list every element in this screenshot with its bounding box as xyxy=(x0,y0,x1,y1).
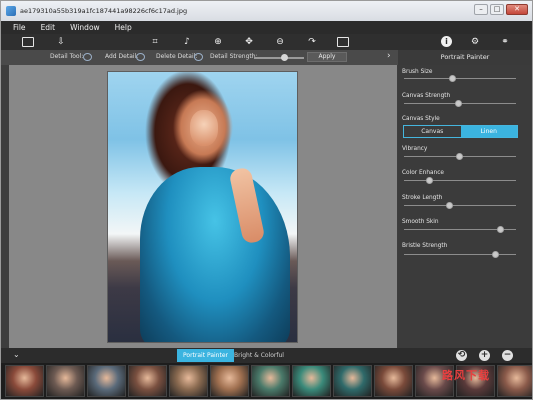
slider-knob[interactable] xyxy=(497,226,505,233)
menu-window[interactable]: Window xyxy=(70,23,100,32)
crop-icon[interactable]: ⌗ xyxy=(149,35,161,49)
open-image-icon[interactable] xyxy=(22,37,34,47)
toolbar: ⇩ ⌗ ♪ ⊕ ✥ ⊖ ↷ i ⚙ ⚭ xyxy=(1,34,532,50)
detail-tool-label: Detail Tool: xyxy=(50,53,84,60)
vibrancy-slider[interactable] xyxy=(404,153,516,160)
canvas-strength-slider[interactable] xyxy=(404,100,516,107)
brush-size-slider[interactable] xyxy=(404,75,516,82)
preset-thumbnail[interactable] xyxy=(128,365,167,397)
slider-label: Smooth Skin xyxy=(402,219,439,225)
reset-icon[interactable]: ⟲ xyxy=(456,350,467,361)
slider-label: Brush Size xyxy=(402,69,433,75)
app-window: ae179310a55b319a1fc187441a98226cf6c17ad.… xyxy=(0,0,533,400)
preset-thumbnail[interactable] xyxy=(46,365,85,397)
slider-knob[interactable] xyxy=(491,251,499,258)
canvas-style-label: Canvas Style xyxy=(402,116,440,122)
preset-thumbnail[interactable] xyxy=(210,365,249,397)
preset-thumbnail[interactable] xyxy=(333,365,372,397)
add-preset-icon[interactable]: + xyxy=(479,350,490,361)
canvas-option[interactable]: Canvas xyxy=(404,126,461,137)
slider-label: Color Enhance xyxy=(402,170,444,176)
save-icon[interactable]: ⇩ xyxy=(54,35,68,49)
bristle-strength-slider[interactable] xyxy=(404,251,516,258)
app-icon xyxy=(6,6,16,16)
photo-dress xyxy=(140,167,290,342)
menu-file[interactable]: File xyxy=(13,23,26,32)
tab-bright-colorful[interactable]: Bright & Colorful xyxy=(228,349,290,362)
smooth-skin-slider[interactable] xyxy=(404,226,516,233)
portrait-photo xyxy=(107,71,298,343)
chevron-right-icon[interactable]: › xyxy=(387,51,391,61)
preset-thumbnail[interactable] xyxy=(374,365,413,397)
maximize-button[interactable]: □ xyxy=(490,4,504,15)
slider-knob[interactable] xyxy=(455,153,463,160)
delete-detail-label: Delete Detail: xyxy=(156,53,198,60)
apply-button[interactable]: Apply xyxy=(307,52,347,62)
window-controls: – □ ✕ xyxy=(474,4,528,15)
zoom-out-icon[interactable]: ⊖ xyxy=(274,35,286,49)
menu-bar: File Edit Window Help xyxy=(1,21,532,34)
options-bar: Detail Tool: Add Detail: Delete Detail: … xyxy=(1,50,532,65)
detail-tool-icon[interactable] xyxy=(83,53,92,61)
preset-thumbnail[interactable] xyxy=(292,365,331,397)
close-button[interactable]: ✕ xyxy=(506,4,528,15)
share-icon[interactable]: ⚭ xyxy=(498,35,512,49)
canvas-style-toggle[interactable]: Canvas Linen xyxy=(403,125,518,138)
detail-strength-knob[interactable] xyxy=(281,54,288,61)
photo-face xyxy=(190,110,218,146)
linen-option[interactable]: Linen xyxy=(460,126,517,137)
detail-strength-slider[interactable] xyxy=(254,54,304,61)
detail-strength-label: Detail Strength: xyxy=(210,53,258,60)
slider-label: Bristle Strength xyxy=(402,243,448,249)
chevron-down-icon[interactable]: ⌄ xyxy=(13,350,20,359)
slider-knob[interactable] xyxy=(454,100,462,107)
slider-knob[interactable] xyxy=(425,177,433,184)
info-icon[interactable]: i xyxy=(441,36,452,47)
color-enhance-slider[interactable] xyxy=(404,177,516,184)
add-detail-icon[interactable] xyxy=(136,53,145,61)
redo-icon[interactable]: ↷ xyxy=(306,35,318,49)
pan-icon[interactable]: ✥ xyxy=(243,35,255,49)
title-bar: ae179310a55b319a1fc187441a98226cf6c17ad.… xyxy=(1,1,532,21)
preset-thumbnail[interactable] xyxy=(497,365,532,397)
preset-thumbnail[interactable] xyxy=(5,365,44,397)
zoom-in-icon[interactable]: ⊕ xyxy=(212,35,224,49)
window-title: ae179310a55b319a1fc187441a98226cf6c17ad.… xyxy=(20,7,188,15)
style-bar: ⌄ Portrait Painter Bright & Colorful ⟲ +… xyxy=(1,348,532,363)
preset-thumbnail[interactable] xyxy=(87,365,126,397)
menu-help[interactable]: Help xyxy=(115,23,132,32)
delete-detail-icon[interactable] xyxy=(194,53,203,61)
preset-thumbnail[interactable] xyxy=(169,365,208,397)
brush-icon[interactable]: ♪ xyxy=(181,35,193,49)
slider-knob[interactable] xyxy=(445,202,453,209)
slider-knob[interactable] xyxy=(449,75,457,82)
settings-icon[interactable]: ⚙ xyxy=(469,35,481,49)
add-detail-label: Add Detail: xyxy=(105,53,139,60)
tab-portrait-painter[interactable]: Portrait Painter xyxy=(177,349,234,362)
slider-label: Canvas Strength xyxy=(402,93,451,99)
slider-label: Vibrancy xyxy=(402,146,428,152)
slider-label: Stroke Length xyxy=(402,195,443,201)
fit-screen-icon[interactable] xyxy=(337,37,349,47)
preset-thumbnail[interactable] xyxy=(251,365,290,397)
menu-edit[interactable]: Edit xyxy=(41,23,56,32)
minimize-button[interactable]: – xyxy=(474,4,488,15)
settings-panel: Brush Size Canvas Strength Canvas Style … xyxy=(398,65,532,348)
canvas-area[interactable] xyxy=(9,65,397,348)
stroke-length-slider[interactable] xyxy=(404,202,516,209)
panel-title: Portrait Painter xyxy=(398,50,532,65)
watermark: 路风下载 xyxy=(442,369,490,382)
remove-preset-icon[interactable]: − xyxy=(502,350,513,361)
